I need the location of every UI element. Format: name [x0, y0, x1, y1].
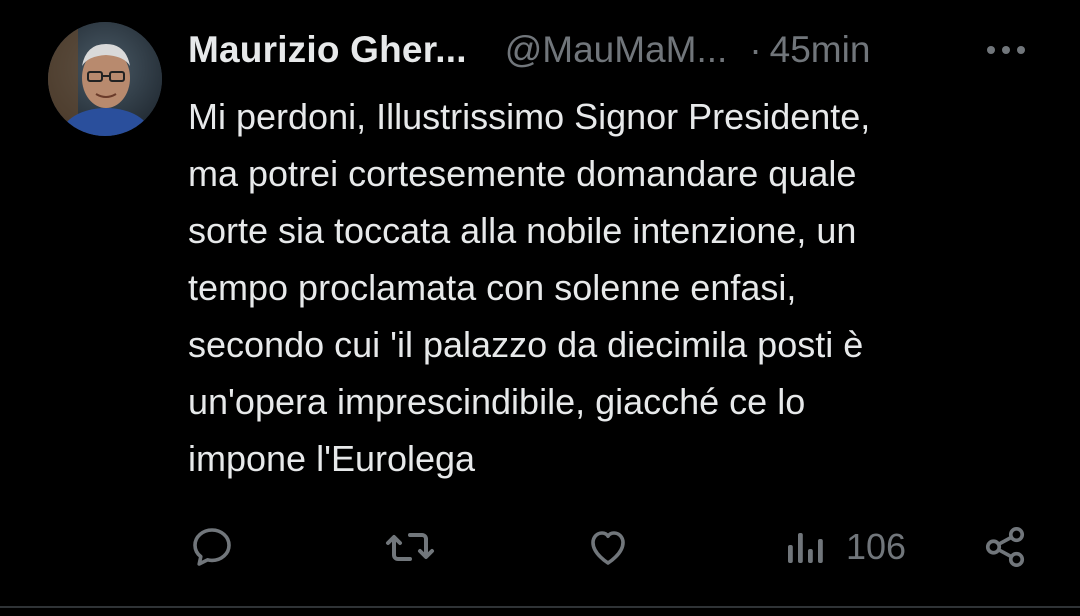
tweet-header: Maurizio Gher... @MauMaM... · 45min: [188, 28, 1048, 72]
divider: [0, 606, 1080, 608]
retweet-icon: [386, 533, 434, 561]
views-icon: [788, 533, 823, 563]
views-button[interactable]: 106: [784, 520, 906, 574]
share-icon: [985, 526, 1025, 568]
avatar-photo-icon: [48, 22, 162, 136]
like-button[interactable]: [584, 520, 632, 574]
reply-icon: [193, 528, 231, 566]
avatar[interactable]: [48, 22, 162, 136]
tweet-text: Mi perdoni, Illustrissimo Signor Preside…: [188, 96, 871, 479]
heart-icon: [591, 531, 625, 565]
views-count: 106: [846, 526, 907, 567]
tweet[interactable]: Maurizio Gher... @MauMaM... · 45min Mi p…: [0, 0, 1080, 616]
more-button[interactable]: [986, 34, 1026, 66]
reply-button[interactable]: [188, 520, 236, 574]
author-display-name[interactable]: Maurizio Gher...: [188, 29, 467, 71]
retweet-button[interactable]: [384, 520, 436, 574]
share-button[interactable]: [982, 520, 1028, 574]
author-handle[interactable]: @MauMaM...: [505, 29, 728, 71]
separator-dot: ·: [749, 29, 762, 70]
timestamp[interactable]: 45min: [770, 29, 871, 71]
more-horizontal-icon: [987, 46, 1025, 54]
tweet-actions: 106: [188, 520, 1038, 574]
